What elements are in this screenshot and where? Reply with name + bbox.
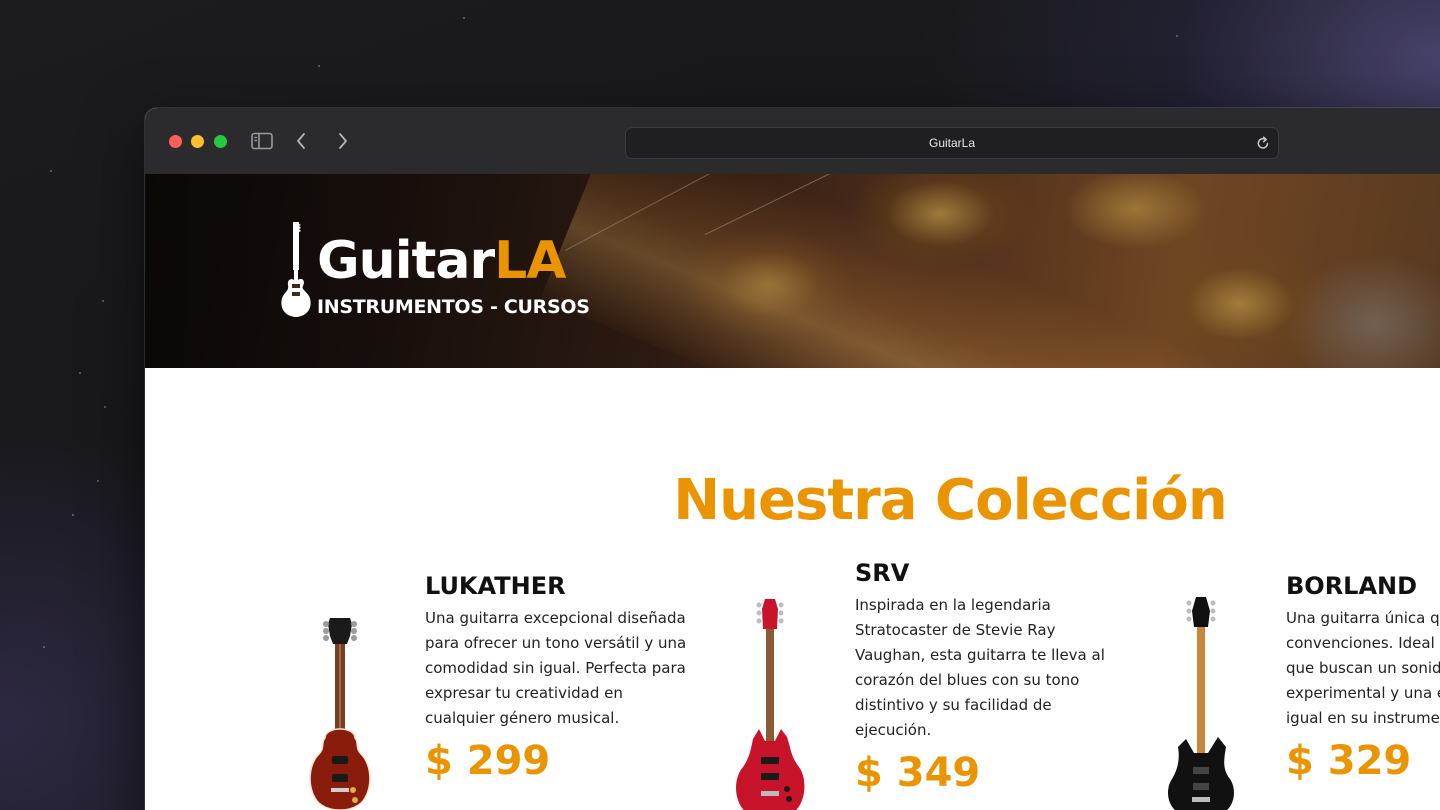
address-text: GuitarLa xyxy=(928,136,976,150)
product-name: SRV xyxy=(855,559,910,587)
star xyxy=(97,480,99,482)
star xyxy=(318,65,320,67)
reload-icon[interactable] xyxy=(1256,135,1270,151)
product-name: LUKATHER xyxy=(425,572,566,600)
star xyxy=(72,514,74,516)
browser-toolbar: GuitarLa xyxy=(145,108,1440,175)
product-description: Una guitarra única que desafía las conve… xyxy=(1286,609,1440,727)
star xyxy=(43,646,45,648)
star xyxy=(463,17,465,19)
product-card-srv: SRV Inspirada en la legendaria Stratocas… xyxy=(725,559,1125,810)
forward-icon[interactable] xyxy=(330,130,354,152)
star xyxy=(102,300,104,302)
guitar-logo-icon xyxy=(281,222,311,317)
site-logo[interactable]: GuitarLA INSTRUMENTOS - CURSOS xyxy=(279,220,609,324)
collection-title: Nuestra Colección xyxy=(673,468,1227,534)
site-header: GuitarLA INSTRUMENTOS - CURSOS xyxy=(145,174,1440,368)
browser-window: GuitarLa GuitarLA INSTRUMENTOS - CURSOS … xyxy=(145,108,1440,810)
product-description: Una guitarra excepcional diseñada para o… xyxy=(425,609,687,727)
product-card-borland: BORLAND Una guitarra única que desafía l… xyxy=(1156,572,1440,810)
logo-wordmark: GuitarLA xyxy=(317,231,567,291)
back-icon[interactable] xyxy=(290,130,314,152)
logo-accent: LA xyxy=(494,231,566,291)
guitar-image-srv xyxy=(736,599,805,810)
product-description: Inspirada en la legendaria Stratocaster … xyxy=(855,596,1105,739)
close-window-button[interactable] xyxy=(169,135,182,148)
star xyxy=(104,406,106,408)
maximize-window-button[interactable] xyxy=(214,135,227,148)
logo-tagline: INSTRUMENTOS - CURSOS xyxy=(317,296,590,318)
guitar-image-borland xyxy=(1168,597,1234,810)
desktop-background: GuitarLa GuitarLA INSTRUMENTOS - CURSOS … xyxy=(0,0,1440,810)
logo-brand: Guitar xyxy=(317,231,495,291)
product-price: $ 299 xyxy=(425,738,551,784)
product-card-lukather: LUKATHER Una guitarra excepcional diseña… xyxy=(295,572,695,810)
address-bar[interactable]: GuitarLa xyxy=(625,127,1279,159)
guitar-image-lukather xyxy=(309,618,371,810)
star xyxy=(50,170,52,172)
sidebar-toggle-icon[interactable] xyxy=(250,130,274,152)
product-price: $ 349 xyxy=(855,750,981,796)
product-name: BORLAND xyxy=(1286,572,1418,600)
product-price: $ 329 xyxy=(1286,738,1412,784)
star xyxy=(79,372,81,374)
minimize-window-button[interactable] xyxy=(191,135,204,148)
star xyxy=(1176,35,1178,37)
page-viewport: GuitarLA INSTRUMENTOS - CURSOS Nuestra C… xyxy=(145,174,1440,810)
